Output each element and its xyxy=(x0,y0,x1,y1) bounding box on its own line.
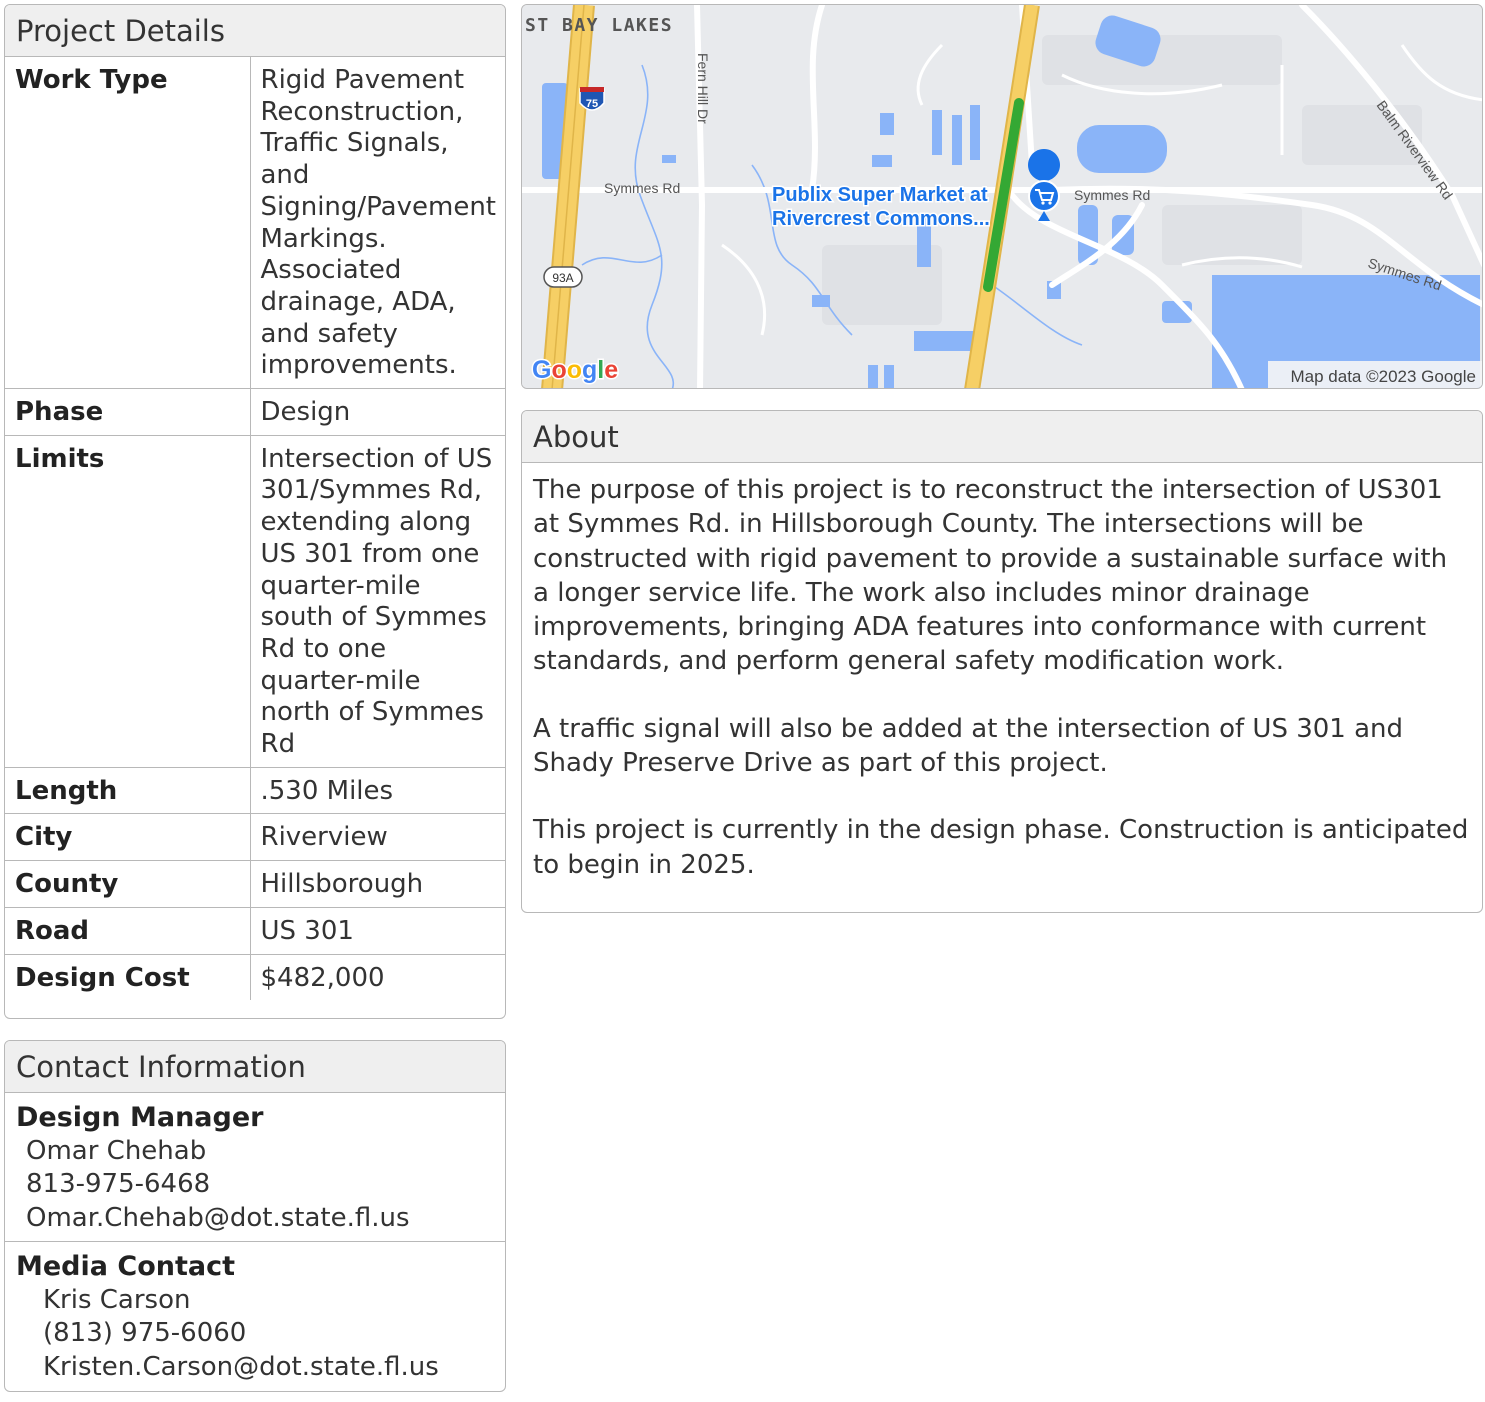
table-row: Length .530 Miles xyxy=(5,766,505,814)
poi-label[interactable]: Rivercrest Commons... xyxy=(771,207,992,232)
row-key: County xyxy=(5,860,251,908)
contact-role: Media Contact xyxy=(16,1251,236,1282)
poi-label[interactable]: Publix Super Market at xyxy=(771,183,990,208)
project-details-panel: Project Details Work Type Rigid Pavement… xyxy=(4,4,506,1019)
about-body: The purpose of this project is to recons… xyxy=(522,463,1482,882)
table-row: Limits Intersection of US 301/Symmes Rd,… xyxy=(5,434,505,768)
row-key: Design Cost xyxy=(5,953,251,1001)
table-row: Work Type Rigid Pavement Reconstruction,… xyxy=(5,57,505,389)
contact-title: Contact Information xyxy=(5,1041,505,1093)
row-key: Limits xyxy=(5,434,251,768)
table-row: Design Cost $482,000 xyxy=(5,953,505,1001)
map-canvas[interactable]: 75 93A ST BAY LAKES Fern Hill Dr Symmes … xyxy=(522,5,1483,389)
row-value: Hillsborough xyxy=(250,860,505,908)
google-logo: Google xyxy=(532,356,618,384)
project-details-title: Project Details xyxy=(5,5,505,57)
table-row: County Hillsborough xyxy=(5,860,505,908)
about-panel: About The purpose of this project is to … xyxy=(521,410,1483,913)
route-93a-shield-icon: 93A xyxy=(543,266,583,288)
about-paragraph: This project is currently in the design … xyxy=(533,815,1469,880)
svg-text:75: 75 xyxy=(586,98,598,110)
media-contact-block: Media Contact Kris Carson (813) 975-6060… xyxy=(5,1241,505,1390)
about-paragraph: The purpose of this project is to recons… xyxy=(533,475,1448,677)
contact-phone[interactable]: (813) 975-6060 xyxy=(16,1317,494,1351)
table-row: Phase Design xyxy=(5,388,505,436)
row-key: City xyxy=(5,813,251,861)
svg-text:93A: 93A xyxy=(552,271,573,285)
row-key: Road xyxy=(5,906,251,955)
about-title: About xyxy=(522,411,1482,463)
project-map[interactable]: 75 93A ST BAY LAKES Fern Hill Dr Symmes … xyxy=(521,4,1483,389)
map-area-label: ST BAY LAKES xyxy=(525,15,673,36)
map-road-label: Symmes Rd xyxy=(604,180,680,196)
map-road-label: Fern Hill Dr xyxy=(695,53,711,124)
row-value: Rigid Pavement Reconstruction, Traffic S… xyxy=(260,65,497,381)
contact-name: Kris Carson xyxy=(43,1284,191,1315)
contact-phone[interactable]: 813-975-6468 xyxy=(16,1168,494,1202)
project-details-table: Work Type Rigid Pavement Reconstruction,… xyxy=(5,57,505,1001)
row-value: Intersection of US 301/Symmes Rd, extend… xyxy=(250,434,505,768)
row-value: $482,000 xyxy=(250,953,505,1001)
table-row: Road US 301 xyxy=(5,906,505,955)
contact-email-link[interactable]: Kristen.Carson@dot.state.fl.us xyxy=(16,1351,494,1385)
contact-email-link[interactable]: Omar.Chehab@dot.state.fl.us xyxy=(16,1202,494,1236)
row-value: Riverview xyxy=(250,813,505,861)
row-value: Design xyxy=(250,388,505,436)
contact-name: Omar Chehab xyxy=(26,1135,207,1166)
row-key: Length xyxy=(5,766,251,814)
about-paragraph: A traffic signal will also be added at t… xyxy=(533,713,1404,779)
row-value: US 301 xyxy=(250,906,505,955)
table-row: City Riverview xyxy=(5,813,505,861)
contact-role: Design Manager xyxy=(16,1102,264,1133)
map-attribution[interactable]: Map data ©2023 Google xyxy=(1291,367,1477,386)
contact-panel: Contact Information Design Manager Omar … xyxy=(4,1040,506,1392)
map-road-label: Symmes Rd xyxy=(1074,187,1150,203)
row-value: .530 Miles xyxy=(250,766,505,814)
row-key: Phase xyxy=(5,388,251,436)
i75-shield-icon: 75 xyxy=(579,87,605,111)
row-key: Work Type xyxy=(5,57,251,389)
design-manager-block: Design Manager Omar Chehab 813-975-6468 … xyxy=(5,1093,505,1241)
